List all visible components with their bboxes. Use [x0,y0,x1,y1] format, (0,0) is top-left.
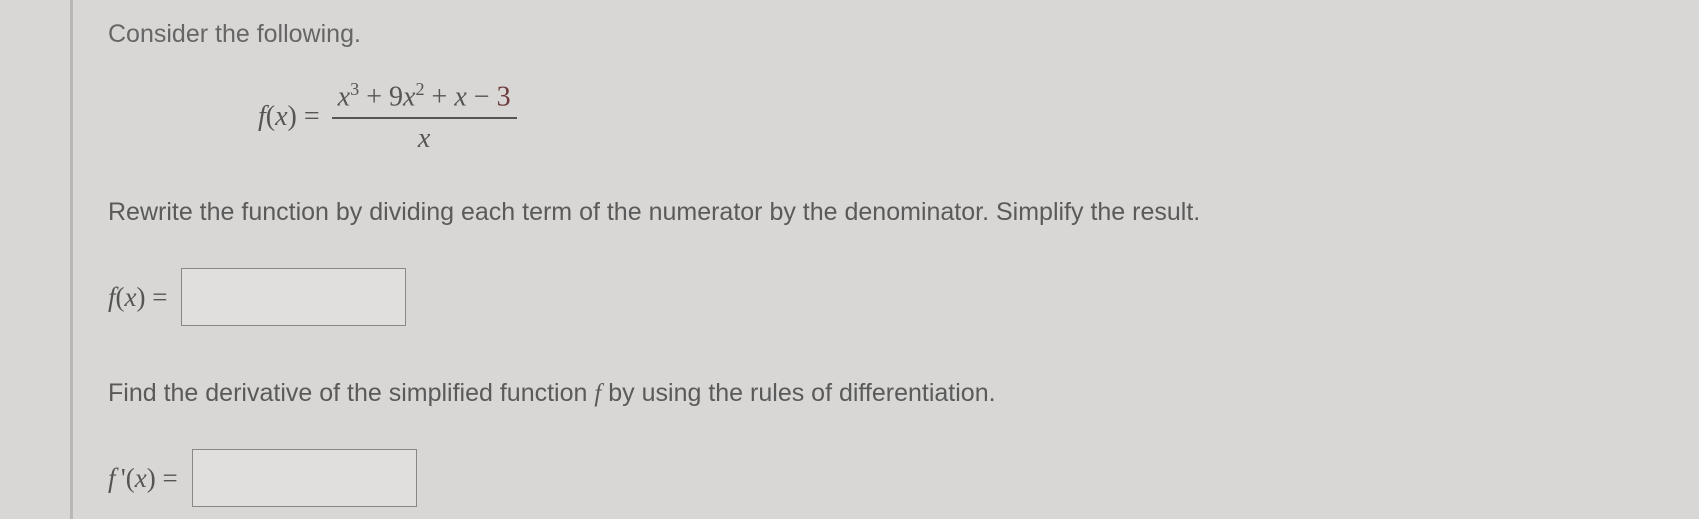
answer-label-fprime: f '(x) = [108,463,178,494]
answer-row-fprime: f '(x) = [108,449,1669,507]
instruction-derivative: Find the derivative of the simplified fu… [108,376,1669,411]
fx-input[interactable] [181,268,406,326]
equation-fraction: x3 + 9x2 + x − 3 x [332,79,517,155]
problem-page: Consider the following. f(x) = x3 + 9x2 … [70,0,1699,519]
prompt-text: Consider the following. [108,20,1669,49]
equation-numerator: x3 + 9x2 + x − 3 [332,79,517,119]
fprime-input[interactable] [192,449,417,507]
equation-denominator: x [418,119,430,155]
given-equation: f(x) = x3 + 9x2 + x − 3 x [258,79,1669,155]
answer-row-fx: f(x) = [108,268,1669,326]
instruction-rewrite: Rewrite the function by dividing each te… [108,195,1669,230]
answer-label-fx: f(x) = [108,282,167,313]
equation-lhs: f(x) = [258,101,320,133]
